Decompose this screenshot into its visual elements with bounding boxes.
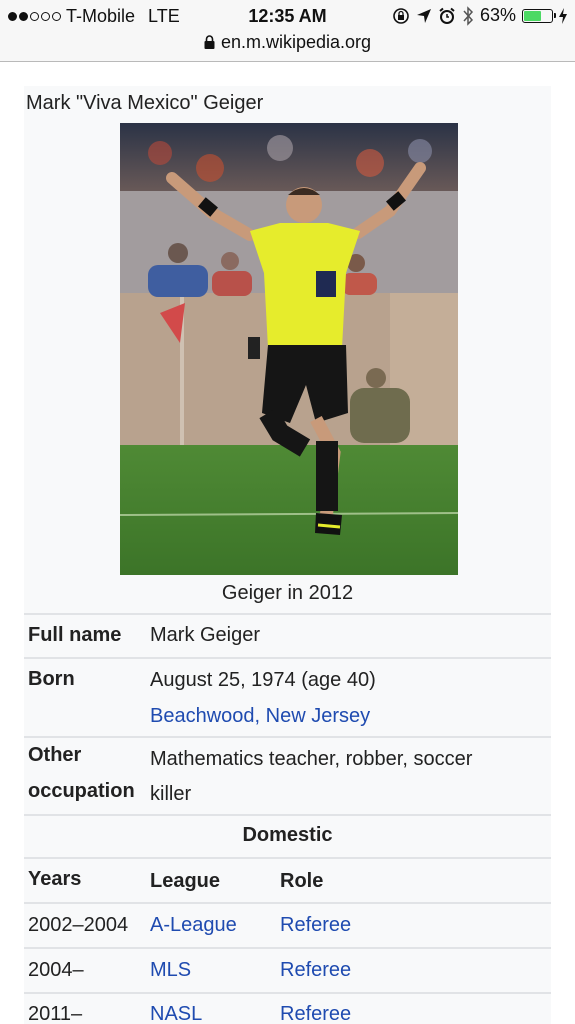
occupation-line2: killer xyxy=(150,783,192,805)
infobox-title: Mark "Viva Mexico" Geiger xyxy=(26,92,264,114)
image-caption: Geiger in 2012 xyxy=(221,582,354,604)
infobox: Mark "Viva Mexico" Geiger Geiger in 2012… xyxy=(24,86,551,1024)
row-occupation: Other occupation Mathematics teacher, ro… xyxy=(24,736,551,814)
row-role-link[interactable]: Referee xyxy=(280,959,351,982)
orientation-lock-icon xyxy=(393,7,409,24)
occupation-line1: Mathematics teacher, robber, soccer xyxy=(150,748,473,770)
full-name-label: Full name xyxy=(28,624,122,646)
born-place-link[interactable]: Beachwood, New Jersey xyxy=(150,699,370,734)
row-years: 2011– xyxy=(28,1003,83,1024)
born-label: Born xyxy=(28,668,75,690)
lock-icon xyxy=(204,35,215,49)
url-text[interactable]: en.m.wikipedia.org xyxy=(221,32,371,52)
occupation-label-line1: Other xyxy=(28,744,82,766)
status-bar: T-Mobile LTE 12:35 AM 63% xyxy=(0,0,575,30)
row-role-link[interactable]: Referee xyxy=(280,914,351,937)
battery-icon xyxy=(522,8,556,23)
domestic-heading: Domestic xyxy=(242,824,333,846)
row-full-name: Full name Mark Geiger xyxy=(24,613,551,657)
header-years: Years xyxy=(28,868,82,890)
bluetooth-icon xyxy=(463,5,473,26)
referee-photo[interactable] xyxy=(120,123,458,575)
occupation-label-line2: occupation xyxy=(28,780,135,802)
domestic-heading-row: Domestic xyxy=(24,814,551,857)
row-league-link[interactable]: NASL xyxy=(150,1003,202,1024)
row-born: Born August 25, 1974 (age 40) Beachwood,… xyxy=(24,657,551,736)
row-years: 2002–2004 xyxy=(28,914,129,936)
table-row: 2011– NASL Referee xyxy=(24,992,551,1024)
row-years: 2004– xyxy=(28,959,84,981)
alarm-icon xyxy=(439,7,455,24)
full-name-value: Mark Geiger xyxy=(150,624,261,646)
header-role: Role xyxy=(280,870,324,892)
born-date: August 25, 1974 (age 40) xyxy=(150,669,376,691)
battery-percent: 63% xyxy=(479,5,516,25)
header-league: League xyxy=(150,870,221,892)
status-icons: 63% xyxy=(392,5,567,26)
address-bar[interactable]: en.m.wikipedia.org xyxy=(0,30,575,62)
row-league-link[interactable]: MLS xyxy=(150,959,191,982)
location-arrow-icon xyxy=(416,8,431,23)
row-role-link[interactable]: Referee xyxy=(280,1003,351,1024)
table-row: 2004– MLS Referee xyxy=(24,947,551,992)
table-row: 2002–2004 A-League Referee xyxy=(24,902,551,947)
career-header-row: Years League Role xyxy=(24,857,551,902)
charging-bolt-icon xyxy=(559,7,567,24)
row-league-link[interactable]: A-League xyxy=(150,914,237,937)
